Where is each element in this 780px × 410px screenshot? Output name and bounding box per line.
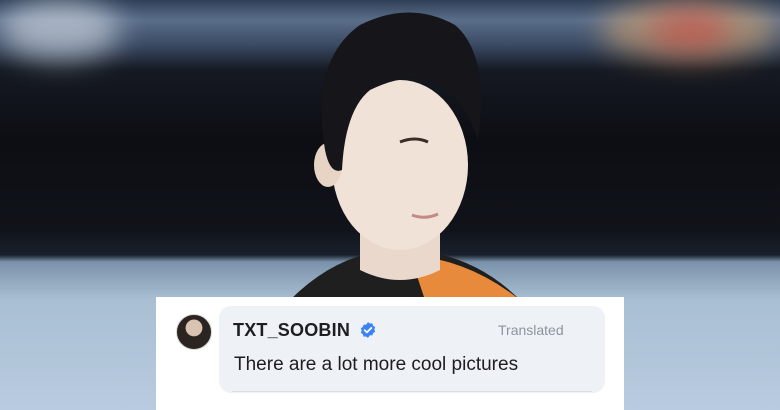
comment-username[interactable]: TXT_SOOBIN xyxy=(233,320,350,341)
divider xyxy=(232,391,592,392)
avatar[interactable] xyxy=(176,314,212,350)
verified-badge-icon xyxy=(360,322,376,338)
comment-text: There are a lot more cool pictures xyxy=(234,354,519,375)
translated-label[interactable]: Translated xyxy=(498,322,564,338)
screenshot: TXT_SOOBIN Translated There are a lot mo… xyxy=(0,0,780,410)
